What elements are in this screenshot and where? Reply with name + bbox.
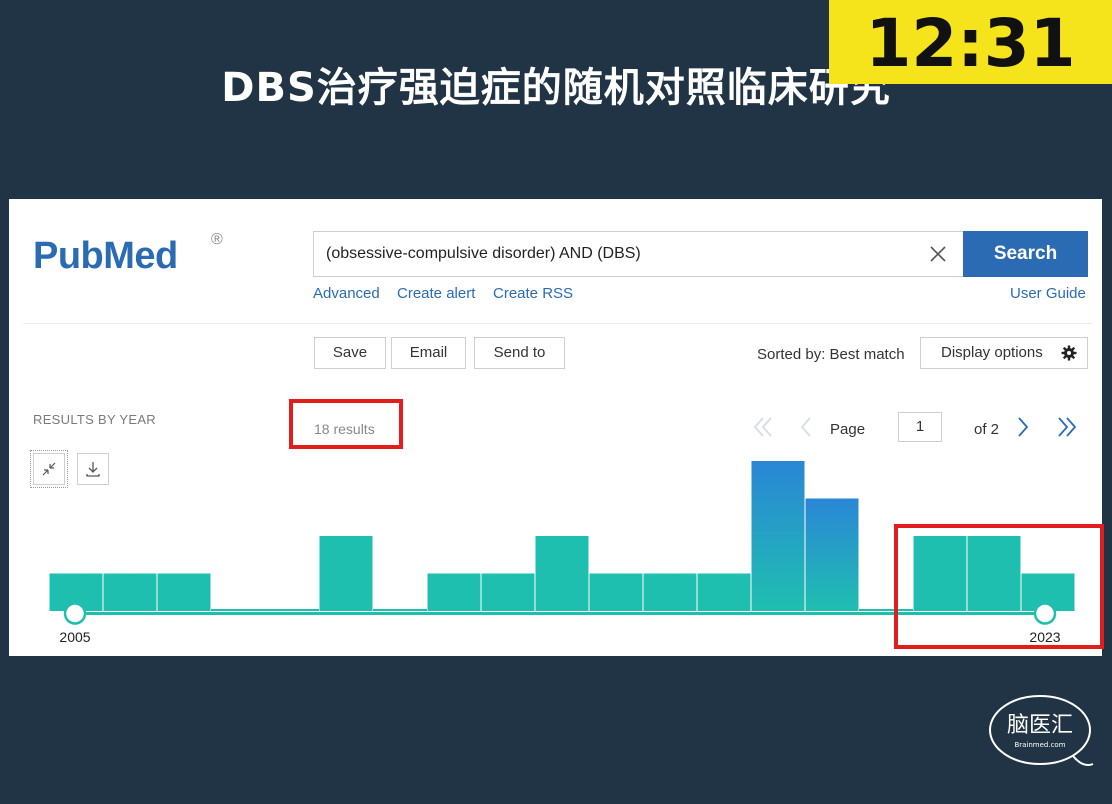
slider-handle-start[interactable] — [63, 602, 87, 625]
create-alert-link[interactable]: Create alert — [397, 285, 475, 302]
range-start-label: 2005 — [59, 629, 90, 645]
gear-icon — [1061, 345, 1077, 361]
bar-2013[interactable] — [481, 573, 535, 612]
search-input[interactable] — [326, 232, 916, 276]
bar-2011[interactable] — [373, 609, 427, 611]
bar-2006[interactable] — [103, 573, 157, 612]
bar-2019[interactable] — [805, 498, 859, 612]
search-button[interactable]: Search — [963, 231, 1088, 277]
countdown-timer: 12:31 — [829, 0, 1112, 84]
send-to-button[interactable]: Send to — [474, 337, 565, 369]
watermark-subtext: Brainmed.com — [1014, 741, 1065, 749]
email-button[interactable]: Email — [391, 337, 466, 369]
results-by-year-label: RESULTS BY YEAR — [33, 412, 156, 427]
page-label: Page — [830, 421, 866, 438]
display-options-label: Display options — [941, 344, 1043, 361]
page-total-label: of 2 — [974, 421, 1000, 438]
search-box — [313, 231, 963, 277]
bar-2010[interactable] — [319, 536, 373, 611]
display-options-button[interactable]: Display options — [920, 337, 1088, 369]
bar-2018[interactable] — [751, 461, 805, 611]
first-page-icon[interactable] — [751, 414, 775, 440]
watermark-text: 脑医汇 — [1007, 713, 1073, 738]
logo-text: PubMed — [33, 235, 178, 277]
bar-2015[interactable] — [589, 573, 643, 612]
bar-2009[interactable] — [265, 609, 319, 611]
brainmed-watermark: 脑医汇 Brainmed.com — [989, 695, 1094, 766]
registered-mark: ® — [211, 231, 223, 248]
previous-page-icon[interactable] — [794, 414, 818, 440]
create-rss-link[interactable]: Create RSS — [493, 285, 573, 302]
bar-2017[interactable] — [697, 573, 751, 612]
clear-icon[interactable] — [928, 244, 948, 264]
pubmed-logo[interactable]: PubMed ® — [33, 229, 233, 293]
bar-2014[interactable] — [535, 536, 589, 611]
save-button[interactable]: Save — [314, 337, 386, 369]
recent-years-highlight-box — [894, 524, 1104, 649]
results-highlight-box — [289, 399, 403, 449]
bar-2016[interactable] — [643, 573, 697, 612]
sort-label[interactable]: Sorted by: Best match — [757, 346, 905, 363]
page-number-input[interactable]: 1 — [898, 412, 942, 442]
bar-2008[interactable] — [211, 609, 265, 611]
advanced-link[interactable]: Advanced — [313, 285, 380, 302]
user-guide-link[interactable]: User Guide — [1010, 285, 1086, 302]
next-page-icon[interactable] — [1011, 414, 1035, 440]
bar-2007[interactable] — [157, 573, 211, 612]
bar-2012[interactable] — [427, 573, 481, 612]
divider — [23, 323, 1092, 324]
pubmed-screenshot-panel: PubMed ® Search Advanced Create alert Cr… — [9, 199, 1104, 656]
last-page-icon[interactable] — [1055, 414, 1079, 440]
